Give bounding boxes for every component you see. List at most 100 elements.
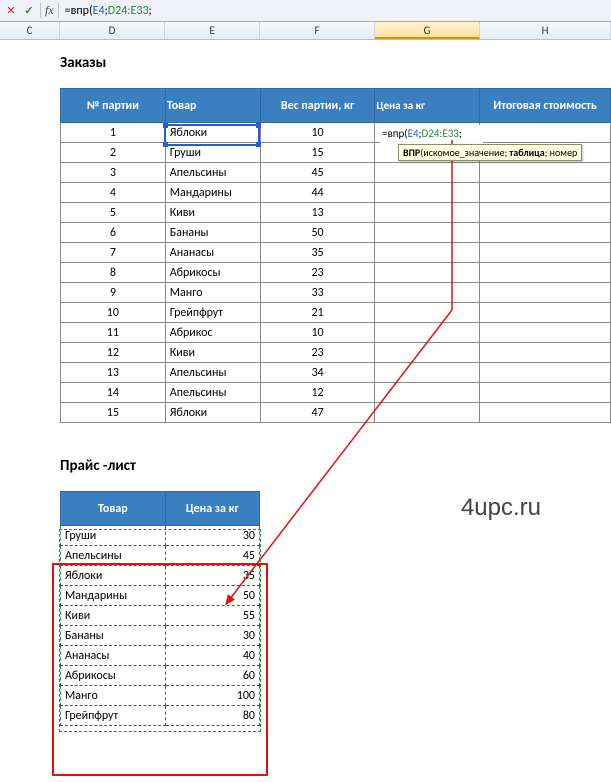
cell-num[interactable]: 5 [61, 203, 166, 223]
cell-weight[interactable]: 10 [260, 323, 375, 343]
table-row[interactable]: 9Манго33 [61, 283, 611, 303]
table-row[interactable]: Абрикосы60 [61, 666, 260, 686]
cell-weight[interactable]: 13 [260, 203, 375, 223]
cell-num[interactable]: 1 [61, 123, 166, 143]
cell-weight[interactable]: 44 [260, 183, 375, 203]
table-row[interactable]: Мандарины50 [61, 586, 260, 606]
cell-product[interactable]: Апельсины [165, 363, 260, 383]
cell-total[interactable] [480, 123, 611, 143]
cell-num[interactable]: 13 [61, 363, 166, 383]
table-row[interactable]: 5Киви13 [61, 203, 611, 223]
cell-num[interactable]: 3 [61, 163, 166, 183]
enter-icon[interactable]: ✓ [20, 2, 38, 20]
table-row[interactable]: 6Бананы50 [61, 223, 611, 243]
cell-total[interactable] [480, 163, 611, 183]
active-cell-G4[interactable]: =впр(E4;D24:E33; [380, 125, 483, 145]
col-header-E[interactable]: E [165, 22, 260, 39]
cell-num[interactable]: 9 [61, 283, 166, 303]
cell-total[interactable] [480, 383, 611, 403]
table-row[interactable]: 11Абрикос10 [61, 323, 611, 343]
table-row[interactable]: Ананасы40 [61, 646, 260, 666]
cell-weight[interactable]: 33 [260, 283, 375, 303]
cell-price[interactable]: 30 [165, 526, 259, 546]
cell-total[interactable] [480, 303, 611, 323]
cell-weight[interactable]: 47 [260, 403, 375, 423]
cell-product[interactable]: Апельсины [165, 383, 260, 403]
cell-total[interactable] [480, 323, 611, 343]
cell-price[interactable]: 60 [165, 666, 259, 686]
cell-product[interactable]: Апельсины [165, 163, 260, 183]
cell-total[interactable] [480, 223, 611, 243]
table-row[interactable]: Груши30 [61, 526, 260, 546]
fx-icon[interactable]: fx [40, 3, 59, 18]
table-row[interactable]: 14Апельсины12 [61, 383, 611, 403]
cell-price[interactable] [375, 383, 480, 403]
table-row[interactable]: Грейпфрут80 [61, 706, 260, 726]
cell-num[interactable]: 10 [61, 303, 166, 323]
cell-price[interactable] [375, 343, 480, 363]
table-row[interactable]: 1Яблоки10 [61, 123, 611, 143]
cancel-icon[interactable]: ✕ [2, 2, 20, 20]
cell-total[interactable] [480, 283, 611, 303]
cell-price[interactable]: 50 [165, 586, 259, 606]
cell-price[interactable]: 35 [165, 566, 259, 586]
cell-total[interactable] [480, 243, 611, 263]
cell-price[interactable] [375, 203, 480, 223]
cell-num[interactable]: 12 [61, 343, 166, 363]
cell-product[interactable]: Манго [61, 686, 166, 706]
table-row[interactable]: 15Яблоки47 [61, 403, 611, 423]
cell-total[interactable] [480, 403, 611, 423]
cell-weight[interactable]: 34 [260, 363, 375, 383]
cell-total[interactable] [480, 263, 611, 283]
cell-product[interactable]: Ананасы [165, 243, 260, 263]
cell-num[interactable]: 11 [61, 323, 166, 343]
cell-price[interactable]: 45 [165, 546, 259, 566]
cell-price[interactable] [375, 403, 480, 423]
cell-price[interactable] [375, 283, 480, 303]
cell-product[interactable]: Яблоки [165, 123, 260, 143]
table-row[interactable]: 13Апельсины34 [61, 363, 611, 383]
cell-product[interactable]: Абрикосы [61, 666, 166, 686]
cell-price[interactable] [375, 163, 480, 183]
cell-price[interactable] [375, 263, 480, 283]
table-row[interactable]: 7Ананасы35 [61, 243, 611, 263]
cell-price[interactable]: 40 [165, 646, 259, 666]
cell-num[interactable]: 2 [61, 143, 166, 163]
table-row[interactable]: Бананы30 [61, 626, 260, 646]
table-row[interactable]: 12Киви23 [61, 343, 611, 363]
cell-price[interactable] [375, 243, 480, 263]
table-row[interactable]: 8Абрикосы23 [61, 263, 611, 283]
cell-num[interactable]: 7 [61, 243, 166, 263]
cell-num[interactable]: 14 [61, 383, 166, 403]
col-header-F[interactable]: F [260, 22, 375, 39]
cell-product[interactable]: Яблоки [165, 403, 260, 423]
cell-weight[interactable]: 23 [260, 263, 375, 283]
cell-product[interactable]: Апельсины [61, 546, 166, 566]
cell-product[interactable]: Киви [165, 203, 260, 223]
cell-weight[interactable]: 45 [260, 163, 375, 183]
cell-weight[interactable]: 10 [260, 123, 375, 143]
cell-price[interactable]: 30 [165, 626, 259, 646]
cell-price[interactable] [375, 303, 480, 323]
cell-price[interactable] [375, 323, 480, 343]
cell-num[interactable]: 8 [61, 263, 166, 283]
table-row[interactable]: Яблоки35 [61, 566, 260, 586]
cell-total[interactable] [480, 203, 611, 223]
cell-product[interactable]: Грейпфрут [61, 706, 166, 726]
cell-total[interactable] [480, 343, 611, 363]
worksheet[interactable]: Заказы № партии Товар Вес партии, кг Цен… [0, 40, 611, 726]
cell-product[interactable]: Бананы [165, 223, 260, 243]
cell-product[interactable]: Яблоки [61, 566, 166, 586]
cell-price[interactable]: 80 [165, 706, 259, 726]
cell-num[interactable]: 6 [61, 223, 166, 243]
cell-product[interactable]: Груши [61, 526, 166, 546]
cell-weight[interactable]: 15 [260, 143, 375, 163]
cell-product[interactable]: Абрикосы [165, 263, 260, 283]
table-row[interactable]: 3Апельсины45 [61, 163, 611, 183]
cell-weight[interactable]: 12 [260, 383, 375, 403]
cell-price[interactable] [375, 183, 480, 203]
col-header-D[interactable]: D [60, 22, 165, 39]
cell-total[interactable] [480, 183, 611, 203]
cell-price[interactable] [375, 223, 480, 243]
cell-weight[interactable]: 23 [260, 343, 375, 363]
